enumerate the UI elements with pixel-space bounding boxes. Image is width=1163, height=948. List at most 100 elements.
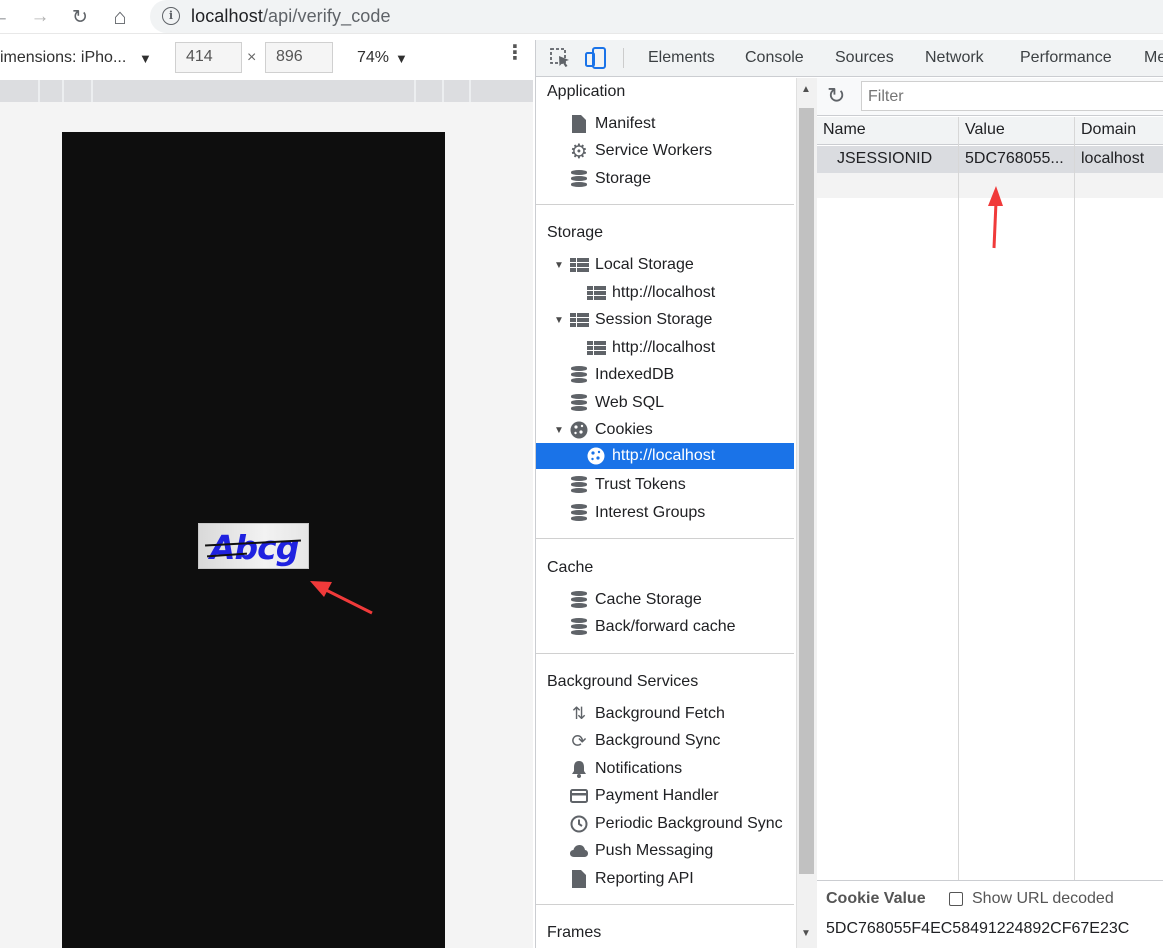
sidebar-item-trust-tokens[interactable]: Trust Tokens: [569, 472, 686, 498]
bell-icon: [569, 759, 589, 779]
sidebar-item-label: Service Workers: [595, 142, 713, 159]
inspect-element-icon[interactable]: [549, 47, 573, 69]
column-header-value[interactable]: Value: [965, 121, 1005, 139]
cookie-icon: [569, 420, 589, 440]
captcha-text: Abcg: [210, 528, 299, 567]
sidebar-item-background-fetch[interactable]: ⇅ Background Fetch: [569, 701, 725, 727]
sidebar-item-label: Push Messaging: [595, 842, 714, 859]
section-header-background-services: Background Services: [547, 673, 699, 690]
ruler-segment: [469, 80, 471, 102]
sidebar-item-label: Session Storage: [595, 311, 713, 328]
show-url-decoded-checkbox[interactable]: [949, 892, 963, 906]
section-header-cache: Cache: [547, 559, 594, 576]
column-header-domain[interactable]: Domain: [1081, 121, 1136, 139]
site-info-icon[interactable]: i: [162, 7, 180, 25]
device-toolbar-toggle-icon[interactable]: [584, 47, 608, 69]
expand-triangle-icon[interactable]: ▼: [554, 425, 564, 436]
sidebar-item-web-sql[interactable]: Web SQL: [569, 390, 664, 416]
column-header-name[interactable]: Name: [823, 121, 866, 139]
sidebar-item-label: Periodic Background Sync: [595, 815, 783, 832]
cookies-table: Name Value Domain JSESSIONID 5DC768055..…: [817, 117, 1163, 880]
sidebar-item-reporting-api[interactable]: Reporting API: [569, 866, 694, 892]
more-options-icon[interactable]: ⋮: [505, 43, 525, 63]
sidebar-item-local-storage[interactable]: Local Storage: [569, 252, 694, 278]
forward-icon[interactable]: →: [26, 3, 54, 31]
sidebar-item-service-workers[interactable]: ⚙ Service Workers: [569, 138, 712, 164]
database-icon: [569, 475, 589, 495]
reload-icon[interactable]: ↻: [66, 3, 94, 31]
tab-performance[interactable]: Performance: [1020, 49, 1112, 67]
devtools-panel: Elements Console Sources Network Perform…: [535, 40, 1163, 948]
cookie-value-panel: Cookie Value Show URL decoded 5DC768055F…: [817, 880, 1163, 948]
sidebar-item-local-storage-origin[interactable]: http://localhost: [586, 280, 715, 306]
expand-triangle-icon[interactable]: ▼: [554, 315, 564, 326]
table-row-empty[interactable]: [817, 173, 1163, 198]
browser-toolbar: ← → ↻ ⌂ i localhost/api/verify_code: [0, 0, 1163, 34]
sidebar-item-label: Storage: [595, 170, 652, 187]
cookie-domain-cell: localhost: [1081, 150, 1145, 167]
document-icon: [569, 869, 589, 889]
sidebar-item-label: Interest Groups: [595, 504, 706, 521]
section-divider: [536, 538, 794, 539]
cookie-icon: [586, 446, 606, 466]
zoom-select[interactable]: 74%: [357, 49, 389, 67]
section-divider: [536, 204, 794, 205]
sidebar-item-cache-storage[interactable]: Cache Storage: [569, 587, 702, 613]
table-icon: [569, 310, 589, 330]
captcha-image: Abcg: [198, 523, 309, 569]
expand-triangle-icon[interactable]: ▼: [554, 260, 564, 271]
sidebar-item-label: Payment Handler: [595, 787, 719, 804]
table-icon: [569, 255, 589, 275]
tab-memory[interactable]: Me: [1144, 49, 1163, 67]
sidebar-item-periodic-background-sync[interactable]: Periodic Background Sync: [569, 811, 783, 837]
filter-input[interactable]: Filter: [861, 81, 1163, 111]
show-url-decoded-label[interactable]: Show URL decoded: [972, 890, 1114, 908]
sidebar-item-cookies[interactable]: Cookies: [569, 417, 653, 443]
sidebar-item-payment-handler[interactable]: Payment Handler: [569, 783, 719, 809]
sidebar-item-label: http://localhost: [612, 447, 716, 464]
sidebar-item-push-messaging[interactable]: Push Messaging: [569, 838, 713, 864]
tab-sources[interactable]: Sources: [835, 49, 894, 67]
application-sidebar: Application Manifest ⚙ Service Workers S…: [536, 78, 796, 948]
sidebar-item-label: http://localhost: [612, 284, 716, 301]
column-divider[interactable]: [958, 117, 959, 880]
sidebar-item-background-sync[interactable]: ⟳ Background Sync: [569, 728, 720, 754]
back-icon[interactable]: ←: [0, 3, 14, 31]
tab-separator: [623, 48, 624, 68]
url-host: localhost: [191, 6, 263, 26]
cookie-name-cell: JSESSIONID: [837, 150, 933, 167]
chevron-down-icon[interactable]: ▼: [139, 51, 152, 66]
tab-elements[interactable]: Elements: [648, 49, 715, 67]
device-width-input[interactable]: 414: [175, 42, 242, 73]
scroll-up-arrow-icon[interactable]: ▲: [801, 84, 811, 95]
column-divider[interactable]: [1074, 117, 1075, 880]
sidebar-item-label: Cookies: [595, 421, 653, 438]
device-dimensions-select[interactable]: imensions: iPho...: [0, 49, 126, 67]
sidebar-item-manifest[interactable]: Manifest: [569, 111, 655, 137]
sidebar-item-notifications[interactable]: Notifications: [569, 756, 682, 782]
sidebar-item-interest-groups[interactable]: Interest Groups: [569, 500, 705, 526]
scrollbar-thumb[interactable]: [799, 108, 814, 874]
url-text[interactable]: localhost/api/verify_code: [191, 6, 391, 27]
sidebar-scrollbar[interactable]: ▲ ▼: [796, 78, 817, 948]
refresh-icon[interactable]: ↻: [827, 83, 845, 109]
device-height-input[interactable]: 896: [265, 42, 333, 73]
sidebar-item-label: Local Storage: [595, 256, 694, 273]
sidebar-item-cookies-origin[interactable]: http://localhost: [536, 443, 794, 469]
home-icon[interactable]: ⌂: [106, 3, 134, 31]
media-query-ruler[interactable]: [0, 80, 533, 102]
sidebar-item-storage[interactable]: Storage: [569, 166, 651, 192]
zoom-chevron-icon[interactable]: ▼: [395, 51, 408, 66]
address-bar[interactable]: i localhost/api/verify_code: [150, 0, 1163, 33]
table-icon: [586, 338, 606, 358]
tab-console[interactable]: Console: [745, 49, 804, 67]
sidebar-item-indexeddb[interactable]: IndexedDB: [569, 362, 674, 388]
tab-network[interactable]: Network: [925, 49, 984, 67]
sidebar-item-back-forward-cache[interactable]: Back/forward cache: [569, 614, 736, 640]
cookie-value-cell: 5DC768055...: [965, 150, 1064, 167]
url-path: /api/verify_code: [262, 6, 391, 26]
sidebar-item-session-storage-origin[interactable]: http://localhost: [586, 335, 715, 361]
credit-card-icon: [569, 786, 589, 806]
sidebar-item-session-storage[interactable]: Session Storage: [569, 307, 712, 333]
scroll-down-arrow-icon[interactable]: ▼: [801, 928, 811, 939]
